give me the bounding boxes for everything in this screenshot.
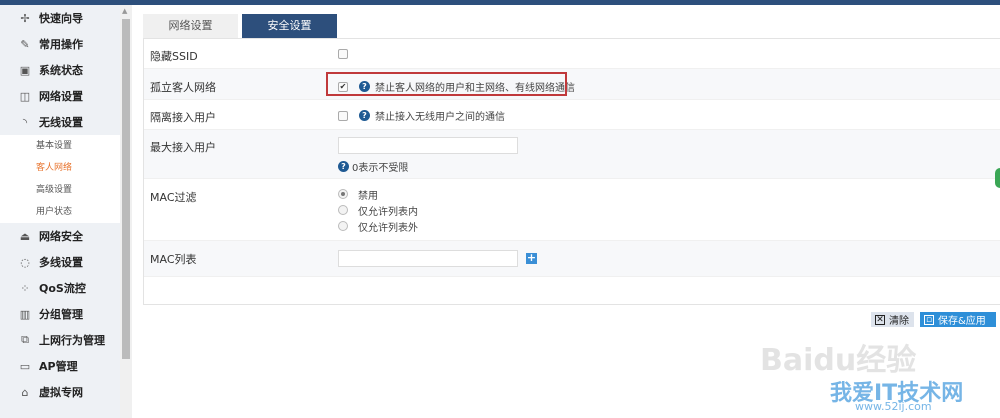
wrench-icon: ✎ (20, 37, 30, 51)
radio-selected-icon[interactable] (338, 189, 348, 199)
clear-button[interactable]: ✕ 清除 (871, 312, 914, 327)
sidebar-item-monitor[interactable]: ▣ 系统状态 (0, 57, 120, 83)
monitor-icon: ▣ (19, 63, 31, 77)
security-settings-panel: 隐藏SSID 孤立客人网络 ✔? 禁止客人网络的用户和主网络、有线网络通信 隔离接… (143, 38, 1000, 305)
top-bar (0, 0, 1000, 5)
sidebar-item-wifi[interactable]: ◝ 无线设置 (0, 109, 120, 135)
row-max-users: 最大接入用户 ? 0表示不受限 (144, 130, 1000, 179)
add-mac-button[interactable]: + (526, 252, 537, 264)
sidebar-item-signpost[interactable]: ✢ 快速向导 (0, 5, 120, 31)
security-icon: ⏏ (19, 229, 31, 243)
scroll-up-icon[interactable]: ▲ (122, 7, 127, 15)
sidebar-item-security[interactable]: ⏏ 网络安全 (0, 223, 120, 249)
tab-network-settings[interactable]: 网络设置 (143, 14, 238, 38)
save-apply-button[interactable]: ▫ 保存&应用 (920, 312, 996, 327)
close-icon: ✕ (875, 314, 885, 325)
wireless-submenu: 基本设置 客人网络 高级设置 用户状态 (0, 135, 120, 223)
highlight-box (326, 72, 567, 96)
submenu-item[interactable]: 基本设置 (0, 135, 120, 157)
row-hide-ssid: 隐藏SSID (144, 39, 1000, 69)
max-users-input[interactable] (338, 137, 518, 154)
sidebar-item-label: 快速向导 (39, 12, 83, 25)
max-users-hint: 0表示不受限 (352, 163, 409, 174)
sidebar-item-vpn[interactable]: ⌂ 虚拟专网 (0, 379, 120, 405)
submenu-item[interactable]: 客人网络 (0, 157, 120, 179)
sidebar-item-wrench[interactable]: ✎ 常用操作 (0, 31, 120, 57)
isolate-users-checkbox[interactable] (338, 110, 348, 121)
sidebar-item-label: 分组管理 (39, 308, 83, 321)
watermark-baidu: Baidu经验 (760, 343, 917, 378)
qos-icon: ⁘ (20, 281, 30, 295)
multiline-icon: ◌ (20, 255, 30, 269)
mac-filter-option-allow-in-list[interactable]: 仅允许列表内 (338, 202, 418, 218)
vpn-icon: ⌂ (21, 385, 29, 399)
scrollbar-thumb[interactable] (122, 19, 130, 359)
watermark-url: www.52ij.com (855, 400, 932, 413)
mac-filter-option-disabled[interactable]: 禁用 (338, 186, 378, 202)
row-mac-filter: MAC过滤 禁用 仅允许列表内 仅允许列表外 (144, 179, 1000, 241)
mac-list-input[interactable] (338, 250, 518, 267)
mac-filter-option-allow-out-list[interactable]: 仅允许列表外 (338, 218, 418, 234)
sidebar-item-label: 系统状态 (39, 64, 83, 77)
sidebar-item-qos[interactable]: ⁘ QoS流控 (0, 275, 120, 301)
sidebar-item-folder[interactable]: ▭ AP管理 (0, 353, 120, 379)
sidebar-item-label: 上网行为管理 (39, 334, 105, 347)
hide-ssid-label: 隐藏SSID (150, 50, 198, 63)
folder-icon: ▭ (19, 359, 31, 373)
group-icon: ▥ (19, 307, 31, 321)
sidebar: ✢ 快速向导 ✎ 常用操作 ▣ 系统状态 ◫ 网络设置 ◝ 无线设置基本设置 客人网络 高级设置 用户状… (0, 5, 120, 418)
sidebar-item-label: 多线设置 (39, 256, 83, 269)
row-isolate-users: 隔离接入用户 ? 禁止接入无线用户之间的通信 (144, 100, 1000, 130)
save-icon: ▫ (924, 314, 934, 325)
sidebar-item-multiline[interactable]: ◌ 多线设置 (0, 249, 120, 275)
network-icon: ◫ (19, 89, 31, 103)
sidebar-item-label: QoS流控 (39, 282, 86, 295)
sidebar-item-label: 无线设置 (39, 116, 83, 129)
sidebar-item-label: 虚拟专网 (39, 386, 83, 399)
hide-ssid-checkbox[interactable] (338, 49, 348, 59)
sidebar-item-network[interactable]: ◫ 网络设置 (0, 83, 120, 109)
sidebar-scrollbar[interactable]: ▲ (120, 5, 132, 418)
row-isolate-guest: 孤立客人网络 ✔? 禁止客人网络的用户和主网络、有线网络通信 (144, 69, 1000, 100)
submenu-item[interactable]: 高级设置 (0, 179, 120, 201)
help-icon[interactable]: ? (359, 110, 370, 121)
mac-filter-label: MAC过滤 (150, 191, 197, 204)
sidebar-item-label: 网络安全 (39, 230, 83, 243)
radio-icon[interactable] (338, 205, 348, 215)
radio-icon[interactable] (338, 221, 348, 231)
sidebar-item-group[interactable]: ▥ 分组管理 (0, 301, 120, 327)
sidebar-item-label: 常用操作 (39, 38, 83, 51)
mac-list-label: MAC列表 (150, 253, 197, 266)
tab-security-settings[interactable]: 安全设置 (242, 14, 337, 38)
signpost-icon: ✢ (20, 11, 30, 25)
isolate-users-hint: 禁止接入无线用户之间的通信 (375, 112, 505, 123)
isolate-users-label: 隔离接入用户 (150, 111, 216, 124)
wifi-icon: ◝ (22, 115, 28, 129)
tab-bar: 网络设置 安全设置 (143, 14, 341, 38)
sidebar-item-behavior[interactable]: ⧉ 上网行为管理 (0, 327, 120, 353)
side-widget[interactable] (995, 168, 1000, 188)
submenu-item[interactable]: 用户状态 (0, 201, 120, 223)
behavior-icon: ⧉ (21, 333, 29, 346)
sidebar-item-label: AP管理 (39, 360, 78, 373)
max-users-label: 最大接入用户 (150, 141, 216, 154)
isolate-guest-label: 孤立客人网络 (150, 81, 216, 94)
sidebar-item-label: 网络设置 (39, 90, 83, 103)
help-icon[interactable]: ? (338, 161, 349, 172)
row-mac-list: MAC列表 + (144, 241, 1000, 277)
